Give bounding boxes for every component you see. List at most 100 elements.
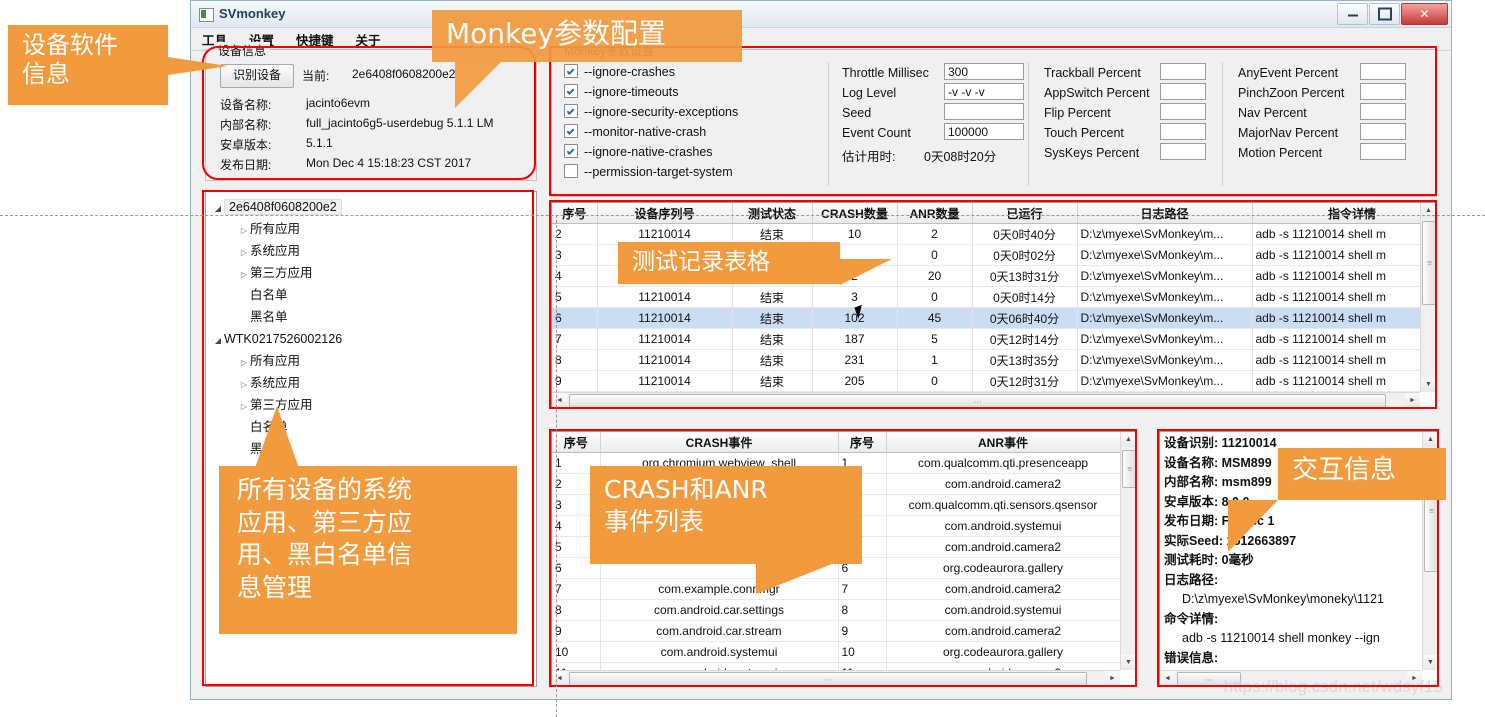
records-table-col-0[interactable]: 序号 [552,203,597,224]
records-table-row[interactable]: 811210014结束23110天13时35分D:\z\myexe\SvMonk… [552,350,1420,371]
scroll-down-icon[interactable]: ▼ [1421,377,1436,392]
scroll-down-icon[interactable]: ▼ [1423,655,1438,670]
checkbox-icon[interactable] [564,64,578,78]
tree-node-1[interactable]: ▷所有应用 [212,218,536,240]
chevron-right-icon[interactable]: ▷ [238,352,250,374]
tree-node-5[interactable]: 黑名单 [212,306,536,328]
records-table-col-5[interactable]: 已运行 [972,203,1077,224]
scroll-up-icon[interactable]: ▲ [1121,432,1136,447]
chevron-down-icon[interactable]: ◢ [212,330,224,352]
events-table-row[interactable]: 9com.android.car.stream9com.android.came… [552,621,1120,642]
records-table-cell: 20 [897,266,972,287]
scroll-left-icon[interactable]: ◄ [1160,671,1175,686]
records-table-row[interactable]: 911210014结束20500天12时31分D:\z\myexe\SvMonk… [552,371,1420,392]
tree-node-2[interactable]: ▷系统应用 [212,240,536,262]
percent-col4-input-0[interactable] [1360,63,1406,80]
tree-node-6[interactable]: ◢WTK0217526002126 [212,328,536,350]
percent-col3-label-3: Touch Percent [1044,126,1124,140]
events-table-row[interactable]: 11com.android.systemui11com.android.came… [552,663,1120,671]
scroll-left-icon[interactable]: ◄ [552,393,567,408]
scroll-down-icon[interactable]: ▼ [1121,655,1136,670]
checkbox-icon[interactable] [564,84,578,98]
records-table-col-3[interactable]: CRASH数量 [812,203,897,224]
monkey-option-4[interactable]: --ignore-native-crashes [564,144,713,159]
events-table-col-2[interactable]: 序号 [838,432,886,453]
close-button[interactable]: ✕ [1401,3,1448,25]
callout-monkey-config-text: Monkey参数配置 [432,10,742,57]
records-horizontal-scrollbar[interactable]: ◄ ⋯ ► [552,392,1420,408]
events-table-cell: com.qualcomm.qti.sensors.qsensor [886,495,1120,516]
records-table-col-4[interactable]: ANR数量 [897,203,972,224]
records-table-col-1[interactable]: 设备序列号 [597,203,732,224]
tree-node-4[interactable]: 白名单 [212,284,536,306]
events-vertical-scrollbar[interactable]: ▲ ≡ ▼ [1120,432,1136,670]
records-vertical-scrollbar[interactable]: ▲ ≡ ▼ [1420,203,1436,392]
events-table-col-0[interactable]: 序号 [552,432,600,453]
monkey-field-input-0[interactable]: 300 [944,63,1024,80]
percent-col4-input-3[interactable] [1360,123,1406,140]
monkey-field-input-2[interactable] [944,103,1024,120]
records-table[interactable]: 序号设备序列号测试状态CRASH数量ANR数量已运行日志路径指令详情 21121… [552,203,1420,392]
checkbox-icon[interactable] [564,144,578,158]
records-hscroll-thumb[interactable]: ⋯ [569,394,1386,409]
monkey-option-label: --ignore-timeouts [584,85,678,99]
percent-col3-input-2[interactable] [1160,103,1206,120]
percent-col4-input-4[interactable] [1360,143,1406,160]
scroll-up-icon[interactable]: ▲ [1423,432,1438,447]
checkbox-icon[interactable] [564,104,578,118]
callout-interaction-text: 交互信息 [1278,448,1446,493]
monkey-option-2[interactable]: --ignore-security-exceptions [564,104,738,119]
percent-col4-input-2[interactable] [1360,103,1406,120]
records-table-col-2[interactable]: 测试状态 [732,203,812,224]
current-device-value: 2e6408f0608200e2 [352,67,455,81]
monkey-option-5[interactable]: --permission-target-system [564,164,733,179]
records-table-cell: 0天12时31分 [972,371,1077,392]
events-hscroll-thumb[interactable]: ⋯ [569,672,1087,687]
events-table-row[interactable]: 8com.android.car.settings8com.android.sy… [552,600,1120,621]
events-vscroll-thumb[interactable]: ≡ [1122,450,1137,488]
scroll-right-icon[interactable]: ► [1405,393,1420,408]
monkey-option-0[interactable]: --ignore-crashes [564,64,675,79]
monkey-field-input-1[interactable]: -v -v -v [944,83,1024,100]
device-name-value: jacinto6evm [306,96,370,110]
scroll-right-icon[interactable]: ► [1105,671,1120,686]
app-icon [199,8,214,22]
events-table-col-3[interactable]: ANR事件 [886,432,1120,453]
records-table-row[interactable]: 611210014结束102450天06时40分D:\z\myexe\SvMon… [552,308,1420,329]
records-table-col-7[interactable]: 指令详情 [1252,203,1420,224]
records-table-row[interactable]: 511210014结束300天0时14分D:\z\myexe\SvMonkey\… [552,287,1420,308]
checkbox-icon[interactable] [564,164,578,178]
events-table-col-1[interactable]: CRASH事件 [600,432,838,453]
percent-col4-input-1[interactable] [1360,83,1406,100]
records-table-row[interactable]: 711210014结束18750天12时14分D:\z\myexe\SvMonk… [552,329,1420,350]
tree-node-7[interactable]: ▷所有应用 [212,350,536,372]
checkbox-icon[interactable] [564,124,578,138]
chevron-down-icon[interactable]: ◢ [212,198,224,220]
records-vscroll-thumb[interactable]: ≡ [1422,221,1437,305]
percent-col3-input-3[interactable] [1160,123,1206,140]
chevron-right-icon[interactable]: ▷ [238,220,250,242]
monkey-option-3[interactable]: --monitor-native-crash [564,124,706,139]
maximize-button[interactable] [1369,3,1400,25]
percent-col3-input-0[interactable] [1160,63,1206,80]
percent-col3-input-4[interactable] [1160,143,1206,160]
events-table-row[interactable]: 7com.example.connmgr7com.android.camera2 [552,579,1120,600]
monkey-field-input-3[interactable]: 100000 [944,123,1024,140]
chevron-right-icon[interactable]: ▷ [238,396,250,418]
percent-col3-input-1[interactable] [1160,83,1206,100]
events-horizontal-scrollbar[interactable]: ◄ ⋯ ► [552,670,1120,686]
scroll-left-icon[interactable]: ◄ [552,671,567,686]
chevron-right-icon[interactable]: ▷ [238,264,250,286]
records-table-col-6[interactable]: 日志路径 [1077,203,1252,224]
identify-device-button[interactable]: 识别设备 [220,64,294,88]
minimize-button[interactable] [1337,3,1368,25]
chevron-right-icon[interactable]: ▷ [238,374,250,396]
tree-node-3[interactable]: ▷第三方应用 [212,262,536,284]
chevron-right-icon[interactable]: ▷ [238,242,250,264]
menu-item-hotkeys[interactable]: 快捷键 [293,29,337,50]
menu-item-about[interactable]: 关于 [353,29,384,50]
callout-monkey-config: Monkey参数配置 [432,10,742,62]
events-table-row[interactable]: 10com.android.systemui10org.codeaurora.g… [552,642,1120,663]
tree-node-8[interactable]: ▷系统应用 [212,372,536,394]
monkey-option-1[interactable]: --ignore-timeouts [564,84,678,99]
